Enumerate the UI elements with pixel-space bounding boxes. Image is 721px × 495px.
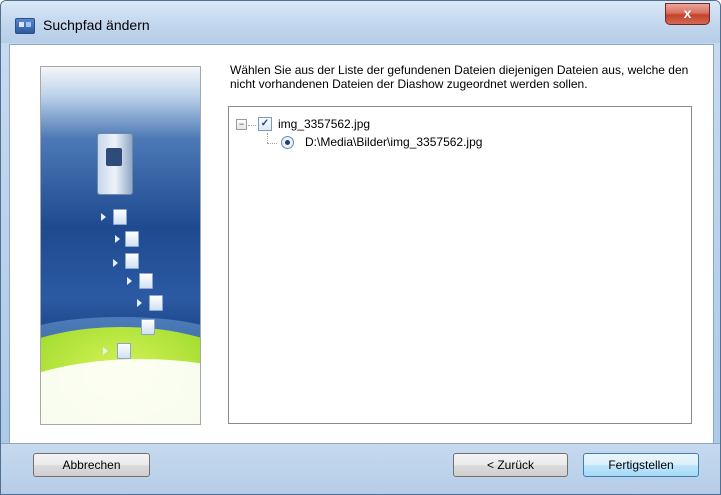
close-button[interactable]: x — [665, 3, 710, 25]
banner-file-icon — [113, 209, 127, 225]
banner-arrow-icon — [137, 299, 142, 307]
tree-item-label[interactable]: img_3357562.jpg — [278, 117, 370, 131]
cancel-button[interactable]: Abbrechen — [33, 453, 150, 477]
dialog-window: Suchpfad ändern x Wählen Sie aus der Lis… — [0, 0, 721, 495]
banner-arrow-icon — [113, 259, 118, 267]
tree-connector — [267, 143, 277, 144]
banner-file-icon — [139, 273, 153, 289]
checkbox-checked-icon[interactable]: ✓ — [258, 117, 272, 131]
instruction-text: Wählen Sie aus der Liste der gefundenen … — [230, 63, 689, 91]
banner-file-icon — [149, 295, 163, 311]
tree-collapse-icon[interactable]: − — [236, 119, 247, 130]
banner-file-icon — [125, 231, 139, 247]
tree-connector — [267, 133, 268, 143]
file-tree-view[interactable]: − ✓ img_3357562.jpg D:\Media\Bilder\img_… — [228, 106, 692, 424]
banner-file-icon — [117, 343, 131, 359]
banner-arrow-icon — [101, 213, 106, 221]
banner-file-icon — [125, 253, 139, 269]
finish-button[interactable]: Fertigstellen — [583, 453, 699, 477]
wizard-banner-image — [40, 66, 201, 425]
tree-connector — [248, 125, 256, 126]
banner-arrow-icon — [127, 277, 132, 285]
app-window-icon — [15, 18, 35, 34]
banner-device-icon — [97, 133, 133, 195]
window-title: Suchpfad ändern — [43, 17, 150, 33]
title-bar[interactable]: Suchpfad ändern x — [1, 1, 720, 43]
dialog-content: Wählen Sie aus der Liste der gefundenen … — [9, 44, 714, 487]
tree-child-label[interactable]: D:\Media\Bilder\img_3357562.jpg — [305, 135, 482, 149]
banner-file-icon — [141, 319, 155, 335]
radio-selected-icon[interactable] — [281, 136, 294, 149]
banner-white-arc — [41, 359, 200, 424]
back-button[interactable]: < Zurück — [453, 453, 568, 477]
banner-arrow-icon — [103, 347, 108, 355]
banner-arrow-icon — [115, 235, 120, 243]
